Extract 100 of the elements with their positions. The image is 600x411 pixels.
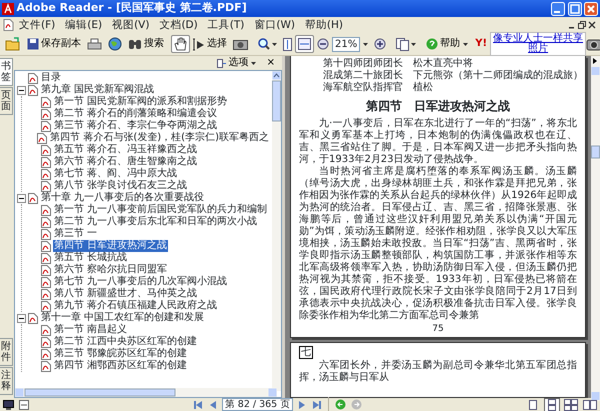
yahoo-button[interactable]: Y!: [472, 35, 490, 53]
page-number-field[interactable]: 第 82 / 365 页: [222, 398, 294, 411]
bookmark-item[interactable]: 第四节 蒋介石与张(发奎)，桂(李宗仁)联军粤西之: [49, 132, 270, 144]
bookmark-item[interactable]: 第八节 新疆盛世才、马仲英之战: [53, 288, 198, 300]
caret-icon: [411, 42, 416, 46]
document-icon: [41, 264, 51, 276]
bookmark-item[interactable]: 第二节 蒋介石的削藩策略和编遣会议: [53, 108, 218, 120]
document-icon: [41, 216, 51, 228]
menu-item[interactable]: 工具(T): [202, 17, 250, 33]
bookmark-item[interactable]: 第五节 蒋介石、冯玉祥豫西之战: [53, 144, 198, 156]
continuous-layout-button[interactable]: [544, 398, 560, 411]
sidebar-tab[interactable]: 附件: [0, 338, 13, 366]
last-page-icon: [312, 400, 322, 410]
facing-continuous-layout-button[interactable]: [563, 398, 580, 411]
camera-icon: [233, 38, 248, 50]
ad-banner[interactable]: 像专业人士一样共享 照片: [490, 32, 586, 56]
collapse-icon[interactable]: [17, 314, 26, 322]
zoom-field[interactable]: 21%: [332, 36, 360, 52]
menu-item[interactable]: 窗口(W): [249, 17, 300, 33]
bookmark-item[interactable]: 第一节 南昌起义: [53, 324, 128, 336]
page-marker: 七: [299, 346, 313, 359]
back-button[interactable]: [334, 398, 348, 411]
panel-toggle-button[interactable]: [18, 398, 30, 410]
bookmark-item[interactable]: 目录: [40, 72, 62, 84]
collapse-icon[interactable]: [17, 194, 26, 202]
bookmark-item[interactable]: 第九节 蒋介石镇压福建人民政府之战: [53, 300, 218, 312]
bookmark-item[interactable]: 第三节 蒋介石、李宗仁争夺两湖之战: [53, 120, 218, 132]
bookmark-item[interactable]: 第六节 察哈尔抗日同盟军: [53, 264, 168, 276]
bookmark-item[interactable]: 第二节 江西中央苏区红军的创建: [53, 336, 198, 348]
document-icon: [41, 108, 51, 120]
bookmark-item[interactable]: 第七节 蒋、阎、冯中原大战: [53, 168, 178, 180]
document-icon: [41, 336, 51, 348]
close-button[interactable]: ×: [264, 56, 278, 70]
document-icon: [41, 300, 51, 312]
facing-layout-button[interactable]: [582, 398, 598, 411]
menu-item[interactable]: 视图(V): [107, 17, 154, 33]
bookmark-item[interactable]: 第十一章 中国工农红军的创建和发展: [40, 312, 206, 324]
bookmark-item[interactable]: 第三节 鄂豫皖苏区红军的创建: [53, 348, 188, 360]
hand-icon: [174, 37, 187, 51]
minimize-button[interactable]: [551, 2, 565, 16]
text-line: 混成第二十旅团长 下元熊弥（第十二师团编成的混成旅）: [322, 70, 577, 82]
document-icon: [41, 348, 51, 360]
magnifier-icon: [258, 38, 270, 50]
restore-button[interactable]: [577, 20, 587, 30]
help-button[interactable]: 帮助: [423, 35, 464, 53]
page-number: 75: [431, 324, 445, 335]
sidebar-tab[interactable]: 注释: [0, 367, 13, 395]
select-tool-button[interactable]: 选择: [190, 35, 230, 53]
caret-icon: [272, 42, 277, 46]
bookmark-item[interactable]: 第二节 九一八事变后东北军和日军的两次小战: [53, 216, 258, 228]
search-button[interactable]: 搜索: [125, 35, 167, 53]
options-button[interactable]: 选项: [214, 56, 259, 70]
first-page-button[interactable]: [192, 398, 204, 410]
plus-circle-icon: [374, 38, 386, 50]
first-page-icon: [192, 400, 203, 410]
document-icon: [41, 324, 51, 336]
bookmark-item[interactable]: 第五节 长城抗战: [53, 252, 128, 264]
caret-icon: [250, 62, 256, 64]
document-icon: [28, 192, 38, 204]
bookmark-item[interactable]: 第四节 日军进攻热河之战: [53, 240, 168, 252]
paragraph: 六军团长外，并委汤玉麟为副总司令兼华北第五军团总指挥，汤玉麟与日军从: [299, 360, 577, 384]
pages-panel-button[interactable]: [2, 398, 15, 410]
bookmark-item[interactable]: 第七节 九一八事变后的几次军阀小混战: [53, 276, 228, 288]
document-icon: [28, 312, 38, 324]
bookmark-item[interactable]: 第三节 一: [53, 228, 98, 240]
bookmark-item[interactable]: 第一节 国民党新军阀的派系和割据形势: [53, 96, 228, 108]
globe-icon: [108, 37, 122, 51]
facing-layout-icon: [583, 398, 598, 410]
fit-page-button[interactable]: [280, 35, 295, 53]
close-button[interactable]: [587, 20, 597, 30]
fit-width-button[interactable]: [295, 35, 314, 53]
text-cursor-icon: [193, 38, 205, 50]
maximize-button[interactable]: [568, 2, 582, 16]
collapse-icon[interactable]: [17, 86, 26, 94]
sidebar-tab[interactable]: 页面: [0, 87, 13, 115]
bookmark-item[interactable]: 第十章 九一八事变后的各次重要战役: [40, 192, 206, 204]
fit-page-icon: [283, 38, 292, 50]
bookmark-item[interactable]: 第九章 国民党新军阀混战: [40, 84, 156, 96]
panel-icon: [19, 400, 29, 410]
options-icon: [216, 58, 227, 68]
menu-item[interactable]: 文件(F): [14, 17, 60, 33]
folder-icon: [5, 37, 21, 51]
menu-item[interactable]: 文档(D): [154, 17, 203, 33]
printer-icon: [87, 38, 102, 50]
bookmark-item[interactable]: 第四节 湘鄂西苏区红军的创建: [53, 360, 188, 372]
hand-tool-button[interactable]: [171, 35, 190, 53]
text-line: 第十四师团师团长 松木直亮中将: [322, 58, 474, 70]
bookmark-item[interactable]: 第一节 九一八事变前后国民党军队的兵力和编制: [53, 204, 268, 216]
pages-icon: [396, 38, 410, 50]
document-icon: [28, 72, 38, 84]
paragraph: 当时热河省主席是腐朽堕落的奉系军阀汤玉麟。汤玉麟（绰号汤大虎，出身绿林胡匪土兵，和张作霖是拜把兄弟，张作相因为张作霖的关系从台起兵的绿林伙伴）从1926年起即成为热河的统治者。日军侵占辽、吉、黑三省，招降张景惠、张海鹏等后，曾通过这些汉奸利用盟兄弟关系以伪满“开国元勋”为饵，策动汤玉麟附逆。经张作相劝阻，张学良又以大军压境相挟，汤玉麟始未敢投敌。当日军“扫荡”吉、黑两省时，张学良即指示汤玉麟整顿部队，构筑国防工事，并派张作相等东北军高级将领率军入热，协助汤防御日军入侵，但汤玉麟仍把热河视为其禁脔，拒不接受。1933年初，日军侵热已将箭在弦，国民政府代理行政院长宋子文由张学良陪同于2月17日到承德表示中央抗战决心，促汤积极准备抗击日军入侵。张学良除委张作相为华北第二方面军总司令兼第: [299, 166, 577, 322]
last-page-button[interactable]: [311, 398, 324, 410]
bookmark-item[interactable]: 第六节 蒋介石、唐生智豫南之战: [53, 156, 198, 168]
sidebar-tab[interactable]: 书签: [0, 58, 13, 86]
document-icon: [41, 288, 51, 300]
document-icon: [28, 84, 38, 96]
bookmark-item[interactable]: 第八节 张学良讨伐石友三之战: [53, 180, 188, 192]
menu-item[interactable]: 编辑(E): [60, 17, 108, 33]
save-copy-button[interactable]: 保存副本: [24, 35, 84, 53]
menu-item[interactable]: 帮助(H): [300, 17, 348, 33]
